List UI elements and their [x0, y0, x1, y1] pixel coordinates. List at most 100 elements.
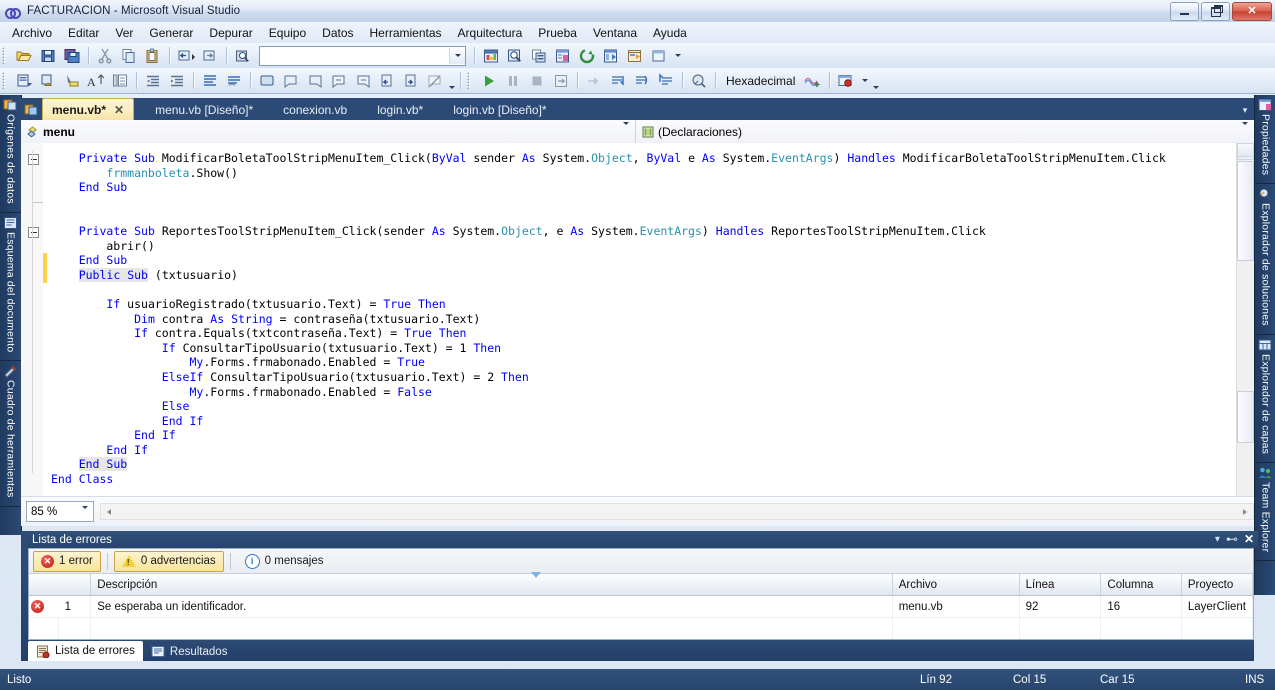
server-explorer-icon[interactable] [600, 45, 622, 66]
display-value-icon[interactable] [61, 70, 83, 91]
code-line[interactable] [51, 195, 1232, 210]
chevron-down-icon[interactable] [449, 47, 465, 64]
scroll-right-button[interactable] [1237, 504, 1253, 519]
code-line[interactable]: End If [51, 443, 1232, 458]
menu-item-ventana[interactable]: Ventana [585, 23, 645, 43]
document-tab-conexion-vb[interactable]: conexion.vb [274, 100, 356, 120]
open-file-icon[interactable] [13, 45, 35, 66]
display-class-icon[interactable] [13, 70, 35, 91]
right-dock-tab-team-explorer[interactable]: Team Explorer [1255, 463, 1275, 562]
step-out-icon[interactable] [655, 70, 677, 91]
redo-icon[interactable] [199, 45, 221, 66]
decrease-indent-icon[interactable] [142, 70, 164, 91]
right-dock-tab-explorador-de-soluciones[interactable]: Explorador de soluciones [1255, 184, 1275, 335]
refresh-icon[interactable] [576, 45, 598, 66]
code-line[interactable]: End Sub [51, 253, 1232, 268]
save-icon[interactable] [37, 45, 59, 66]
col-number[interactable] [58, 574, 92, 596]
breakpoints-dropdown-icon[interactable] [859, 70, 870, 91]
code-line[interactable]: abrir() [51, 239, 1232, 254]
chevron-down-icon[interactable]: ▾ [1215, 534, 1220, 545]
step-over-icon[interactable] [631, 70, 653, 91]
menu-item-ayuda[interactable]: Ayuda [645, 23, 695, 43]
step-into-icon[interactable] [607, 70, 629, 91]
indent-guides-icon[interactable] [109, 70, 131, 91]
find-icon[interactable] [232, 45, 254, 66]
code-line[interactable]: End If [51, 414, 1232, 429]
document-tab-login-vb-dise-o[interactable]: login.vb [Diseño]* [444, 100, 555, 120]
font-size-icon[interactable]: A [85, 70, 107, 91]
active-files-icon[interactable] [21, 99, 42, 120]
code-text[interactable]: Private Sub ModificarBoletaToolStripMenu… [51, 151, 1232, 487]
fold-collapse-icon[interactable] [28, 227, 39, 238]
menu-item-equipo[interactable]: Equipo [261, 23, 314, 43]
close-button[interactable]: ✕ [1232, 2, 1272, 21]
code-folding-gutter[interactable] [21, 143, 44, 525]
class-dropdown[interactable]: menu [21, 120, 636, 143]
previous-bookmark-icon[interactable] [280, 70, 302, 91]
right-dock-tab-explorador-de-capas[interactable]: Explorador de capas [1255, 335, 1275, 464]
left-dock-tab-or-genes-de-datos[interactable]: Orígenes de datos [0, 95, 21, 213]
zoom-dropdown[interactable]: 85 % [26, 501, 94, 522]
maximize-button[interactable] [1201, 2, 1230, 21]
undo-icon[interactable] [175, 45, 197, 66]
code-line[interactable]: If ConsultarTipoUsuario(txtusuario.Text)… [51, 341, 1232, 356]
code-line[interactable]: Private Sub ReportesToolStripMenuItem_Cl… [51, 224, 1232, 239]
standard-toolbar-overflow-icon[interactable] [672, 45, 683, 66]
right-dock-tab-propiedades[interactable]: Propiedades [1255, 95, 1275, 185]
code-line[interactable]: Public Sub (txtusuario) [51, 267, 1232, 283]
vertical-scroll-thumb-lower[interactable] [1237, 391, 1254, 443]
pin-icon[interactable]: ⊷ [1226, 532, 1238, 546]
display-object-icon[interactable] [37, 70, 59, 91]
code-line[interactable] [51, 209, 1232, 224]
uncomment-selection-icon[interactable] [223, 70, 245, 91]
move-bookmark-down-icon[interactable] [400, 70, 422, 91]
threads-icon[interactable] [802, 70, 824, 91]
increase-indent-icon[interactable] [166, 70, 188, 91]
document-tab-menu-vb[interactable]: menu.vb* ✕ [42, 98, 135, 120]
copy-icon[interactable] [118, 45, 140, 66]
menu-item-depurar[interactable]: Depurar [201, 23, 260, 43]
chevron-down-icon[interactable] [623, 121, 629, 139]
code-line[interactable]: End If [51, 428, 1232, 443]
toolbox-icon[interactable] [528, 45, 550, 66]
menu-item-ver[interactable]: Ver [107, 23, 141, 43]
code-line[interactable]: My.Forms.frmabonado.Enabled = False [51, 385, 1232, 400]
menu-item-arquitectura[interactable]: Arquitectura [450, 23, 531, 43]
code-editor[interactable]: Private Sub ModificarBoletaToolStripMenu… [21, 143, 1254, 525]
col-proyecto[interactable]: Proyecto [1181, 574, 1254, 596]
document-tab-menu-vb-dise-o[interactable]: menu.vb [Diseño]* [146, 100, 262, 120]
properties-window-icon[interactable] [552, 45, 574, 66]
code-line[interactable]: End Class [51, 472, 1232, 487]
new-window-icon[interactable] [648, 45, 670, 66]
code-line[interactable]: End Sub [51, 457, 1232, 472]
show-next-statement-icon[interactable] [583, 70, 605, 91]
start-debug-icon[interactable] [478, 70, 500, 91]
scroll-left-button[interactable] [101, 504, 117, 519]
fold-collapse-icon[interactable] [28, 154, 39, 165]
next-bookmark-icon[interactable] [304, 70, 326, 91]
move-bookmark-up-icon[interactable] [376, 70, 398, 91]
code-line[interactable]: If usuarioRegistrado(txtusuario.Text) = … [51, 297, 1232, 312]
left-dock-tab-cuadro-de-herramientas[interactable]: Cuadro de herramientas [0, 361, 21, 507]
document-tab-list-icon[interactable]: ▾ [1236, 100, 1254, 120]
solution-explorer-icon[interactable] [480, 45, 502, 66]
editor-split-handle[interactable] [1237, 143, 1254, 157]
find-combo[interactable] [259, 45, 466, 66]
chevron-down-icon[interactable] [82, 506, 88, 521]
breakpoints-icon[interactable] [835, 70, 857, 91]
next-bookmark-folder-icon[interactable] [352, 70, 374, 91]
col-archivo[interactable]: Archivo [892, 574, 1020, 596]
toolbar-grip[interactable] [2, 72, 9, 89]
code-line[interactable] [51, 282, 1232, 297]
paste-icon[interactable] [142, 45, 164, 66]
pause-debug-icon[interactable] [502, 70, 524, 91]
code-line[interactable]: End Sub [51, 180, 1232, 195]
menu-item-editar[interactable]: Editar [60, 23, 107, 43]
filter-error[interactable]: ✕ 1 error [33, 550, 101, 572]
col-linea[interactable]: Línea [1019, 574, 1102, 596]
close-icon[interactable]: ✕ [1244, 532, 1254, 546]
code-line[interactable]: If contra.Equals(txtcontraseña.Text) = T… [51, 326, 1232, 341]
editor-horizontal-scrollbar[interactable] [100, 503, 1254, 520]
editor-vertical-scrollbar[interactable] [1236, 143, 1254, 525]
